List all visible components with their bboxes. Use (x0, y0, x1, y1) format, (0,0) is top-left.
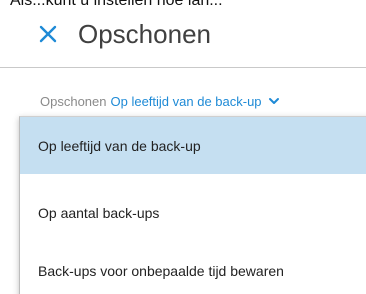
option-label: Back-ups voor onbepaalde tijd bewaren (38, 262, 284, 279)
option-keep-indefinitely[interactable]: Back-ups voor onbepaalde tijd bewaren (20, 242, 366, 294)
option-label: Op leeftijd van de back-up (38, 137, 201, 154)
close-icon (39, 25, 57, 43)
option-label: Op aantal back-ups (38, 204, 160, 221)
cleanup-setting-dropdown[interactable]: Op leeftijd van de back-up (111, 94, 262, 109)
chevron-down-icon[interactable] (268, 95, 280, 107)
option-by-backup-age[interactable]: Op leeftijd van de back-up (20, 117, 366, 174)
option-by-backup-count[interactable]: Op aantal back-ups (20, 184, 366, 241)
close-button[interactable] (36, 22, 60, 46)
cleanup-panel: Als...kunt u instellen hoe lan... Opscho… (0, 0, 366, 294)
page-title: Opschonen (78, 19, 211, 49)
header-divider (0, 67, 366, 68)
cleanup-setting-label: Opschonen (40, 93, 107, 109)
cleanup-setting-row: Opschonen Op leeftijd van de back-up (40, 90, 280, 112)
clipped-description-text: Als...kunt u instellen hoe lan... (10, 0, 223, 9)
panel-header: Opschonen (0, 12, 366, 56)
cleanup-options-menu: Op leeftijd van de back-up Op aantal bac… (19, 116, 366, 294)
